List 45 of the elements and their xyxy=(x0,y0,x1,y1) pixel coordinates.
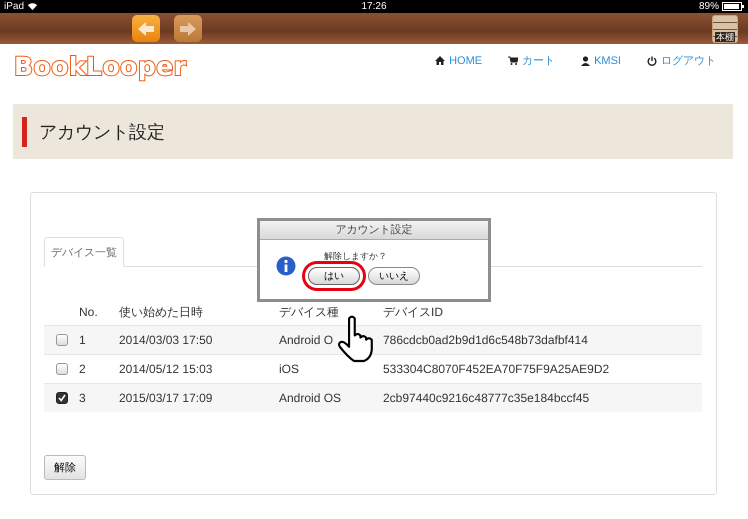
table-cell-text: 1 xyxy=(79,333,87,347)
column-header: デバイス種 xyxy=(279,304,340,320)
dialog-title: アカウント設定 xyxy=(260,221,488,240)
device-name: iPad xyxy=(4,1,24,12)
column-header: 使い始めた日時 xyxy=(119,304,204,320)
checkbox[interactable] xyxy=(56,334,68,346)
left-arrow-icon xyxy=(137,20,155,36)
dialog-button[interactable]: いいえ xyxy=(368,267,420,285)
column-header: デバイスID xyxy=(383,304,444,320)
release-button[interactable]: 解除 xyxy=(44,455,86,480)
table-cell-text: iOS xyxy=(279,362,300,376)
table-cell-text: 2014/03/03 17:50 xyxy=(119,333,214,347)
back-button[interactable] xyxy=(132,15,160,42)
table-cell-text: 786cdcb0ad2b9d1d6c548b73dafbf414 xyxy=(383,333,589,347)
battery-percent: 89% xyxy=(698,1,719,12)
table-cell-text: 533304C8070F452EA70F75F9A25AE9D2 xyxy=(383,362,610,376)
checkbox[interactable] xyxy=(56,363,68,375)
home-icon xyxy=(435,56,446,65)
table-cell-text: Android OS xyxy=(279,391,342,405)
nav-link[interactable]: カート xyxy=(508,53,556,68)
dialog-message: 解除しますか？ xyxy=(324,250,388,263)
table-cell-text: 2015/03/17 17:09 xyxy=(119,391,214,405)
right-arrow-icon xyxy=(179,20,197,36)
column-header: No. xyxy=(79,305,99,319)
nav-link[interactable]: HOME xyxy=(435,53,482,68)
logo: BookLooper xyxy=(14,52,186,81)
table-cell-text: Android O xyxy=(279,333,334,347)
power-icon xyxy=(647,56,657,66)
bookshelf-button[interactable]: 本棚 xyxy=(712,14,738,42)
cart-icon xyxy=(508,56,518,65)
forward-button[interactable] xyxy=(174,15,202,42)
nav-link[interactable]: ログアウト xyxy=(647,53,716,68)
info-icon xyxy=(276,256,296,276)
page-title: アカウント設定 xyxy=(22,116,165,146)
checkbox[interactable] xyxy=(56,392,68,404)
table-cell-text: 2014/05/12 15:03 xyxy=(119,362,214,376)
table-cell-text: 2 xyxy=(79,362,87,376)
table-cell-text: 3 xyxy=(79,391,87,405)
wifi-icon xyxy=(27,2,38,11)
status-time: 17:26 xyxy=(361,1,387,12)
table-cell-text: 2cb97440c9216c48777c35e184bccf45 xyxy=(383,391,590,405)
nav-link[interactable]: KMSI xyxy=(581,53,621,68)
user-icon xyxy=(581,56,590,66)
battery-icon xyxy=(722,2,744,11)
tab[interactable]: デバイス一覧 xyxy=(44,237,124,267)
